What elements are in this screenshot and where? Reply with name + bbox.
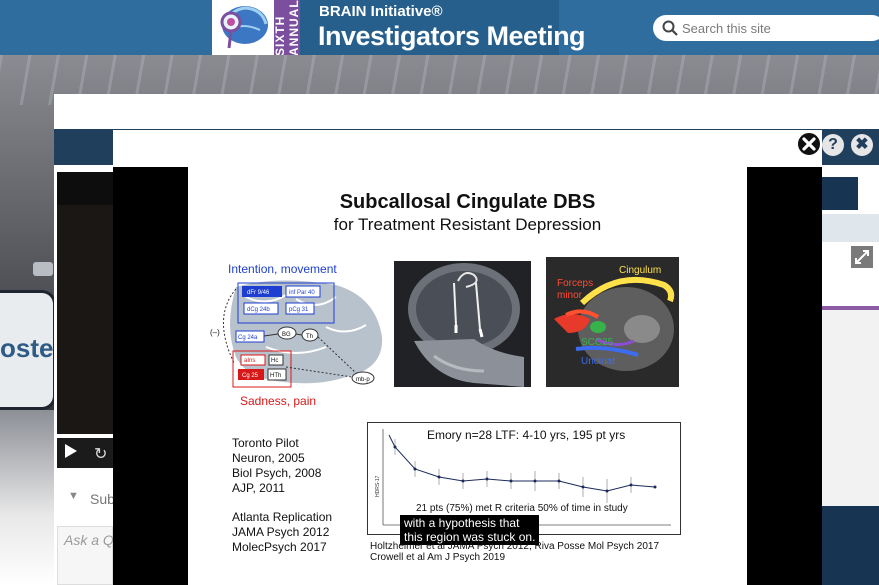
banner-title: Investigators Meeting xyxy=(318,21,586,51)
banner-initiative: BRAIN Initiative® xyxy=(319,3,443,20)
question-input[interactable]: Ask a Q xyxy=(64,532,114,548)
node-label: Cg 24a xyxy=(238,335,258,341)
mri-label-forceps: Forceps minor xyxy=(557,278,593,302)
panel-tab-strip xyxy=(822,214,879,242)
mri-label-scc25: SCC25 xyxy=(581,337,614,348)
fullscreen-icon[interactable] xyxy=(851,246,873,268)
mri-label-cingulum: Cingulum xyxy=(619,265,662,276)
slide-title: Subcallosal Cingulate DBS xyxy=(339,191,596,213)
node-label: dFr 9/46 xyxy=(247,290,270,296)
panel-footer xyxy=(822,506,879,585)
caret-down-icon[interactable]: ▼ xyxy=(68,490,79,502)
hall-floor xyxy=(0,410,56,585)
mri-label-forceps-line1: Forceps xyxy=(557,278,594,289)
mri-tractography-image xyxy=(546,257,679,387)
graph-y-axis-label: HDRS-17 xyxy=(375,475,381,497)
node-label: HTh xyxy=(270,373,281,379)
node-label: aIns xyxy=(244,358,255,364)
brain-initiative-logo[interactable] xyxy=(212,0,274,55)
site-list-item: Biol Psych, 2008 xyxy=(232,466,322,480)
panel-close-icon[interactable]: ✖ xyxy=(851,134,873,156)
mri-label-uncinate: Uncinat xyxy=(581,356,615,367)
node-label: pCg 31 xyxy=(289,307,309,313)
node-label: inf Par 40 xyxy=(289,290,315,296)
meeting-banner[interactable]: SIXTH ANNUAL BRAIN Initiative® Investiga… xyxy=(273,0,586,56)
search-icon[interactable] xyxy=(662,20,678,36)
graph-note: 21 pts (75%) met R criteria 50% of time … xyxy=(416,503,628,514)
site-list-item: Toronto Pilot xyxy=(232,436,299,450)
feedback-label: (–) xyxy=(210,328,220,337)
node-label: Th xyxy=(306,334,313,340)
node-label: BG xyxy=(282,332,291,338)
xray-image xyxy=(394,261,531,387)
site-list-item: Atlanta Replication xyxy=(232,510,333,524)
search-input[interactable] xyxy=(682,15,879,41)
site-list-gap xyxy=(232,496,332,510)
banner-year: SIXTH ANNUAL xyxy=(273,0,301,56)
poster-sign: oster xyxy=(0,290,64,410)
slide-subtitle: for Treatment Resistant Depression xyxy=(333,215,602,234)
subtitle-toggle-label[interactable]: Sub xyxy=(90,491,115,507)
search-box[interactable] xyxy=(653,15,879,41)
node-label: dCg 24b xyxy=(247,307,270,313)
panel-side-content xyxy=(822,310,879,506)
brain-circuit-diagram: dFr 9/46 inf Par 40 dCg 24b pCg 31 Cg 24… xyxy=(210,280,383,388)
site-list-item: JAMA Psych 2012 xyxy=(232,525,330,539)
slide: Subcallosal Cingulate DBS for Treatment … xyxy=(188,167,747,585)
close-circle-icon[interactable] xyxy=(796,131,822,157)
diagram-bottom-label: Sadness, pain xyxy=(240,394,317,408)
video-frame xyxy=(57,205,113,434)
slide-reference: Holtzheimer et al JAMA Psych 2012; Riva … xyxy=(370,541,660,552)
site-list-item: AJP, 2011 xyxy=(232,481,285,495)
site-list: Toronto Pilot Neuron, 2005 Biol Psych, 2… xyxy=(232,436,332,555)
help-icon[interactable]: ? xyxy=(822,134,844,156)
node-label: Hc xyxy=(271,358,278,364)
mri-label-forceps-line2: minor xyxy=(557,290,583,301)
node-label: Cg 25 xyxy=(242,373,259,379)
graph-title: Emory n=28 LTF: 4-10 yrs, 195 pt yrs xyxy=(427,428,626,442)
hall-camera xyxy=(33,262,53,276)
site-list-item: Neuron, 2005 xyxy=(232,451,305,465)
slide-reference: Crowell et al Am J Psych 2019 xyxy=(370,552,506,563)
caption-line: with a hypothesis that xyxy=(404,516,520,530)
diagram-top-label: Intention, movement xyxy=(228,262,337,276)
play-icon[interactable] xyxy=(65,444,77,458)
refresh-icon[interactable]: ↻ xyxy=(94,444,107,464)
site-list-item: MolecPsych 2017 xyxy=(232,540,327,554)
node-label: mb-p xyxy=(356,377,370,383)
